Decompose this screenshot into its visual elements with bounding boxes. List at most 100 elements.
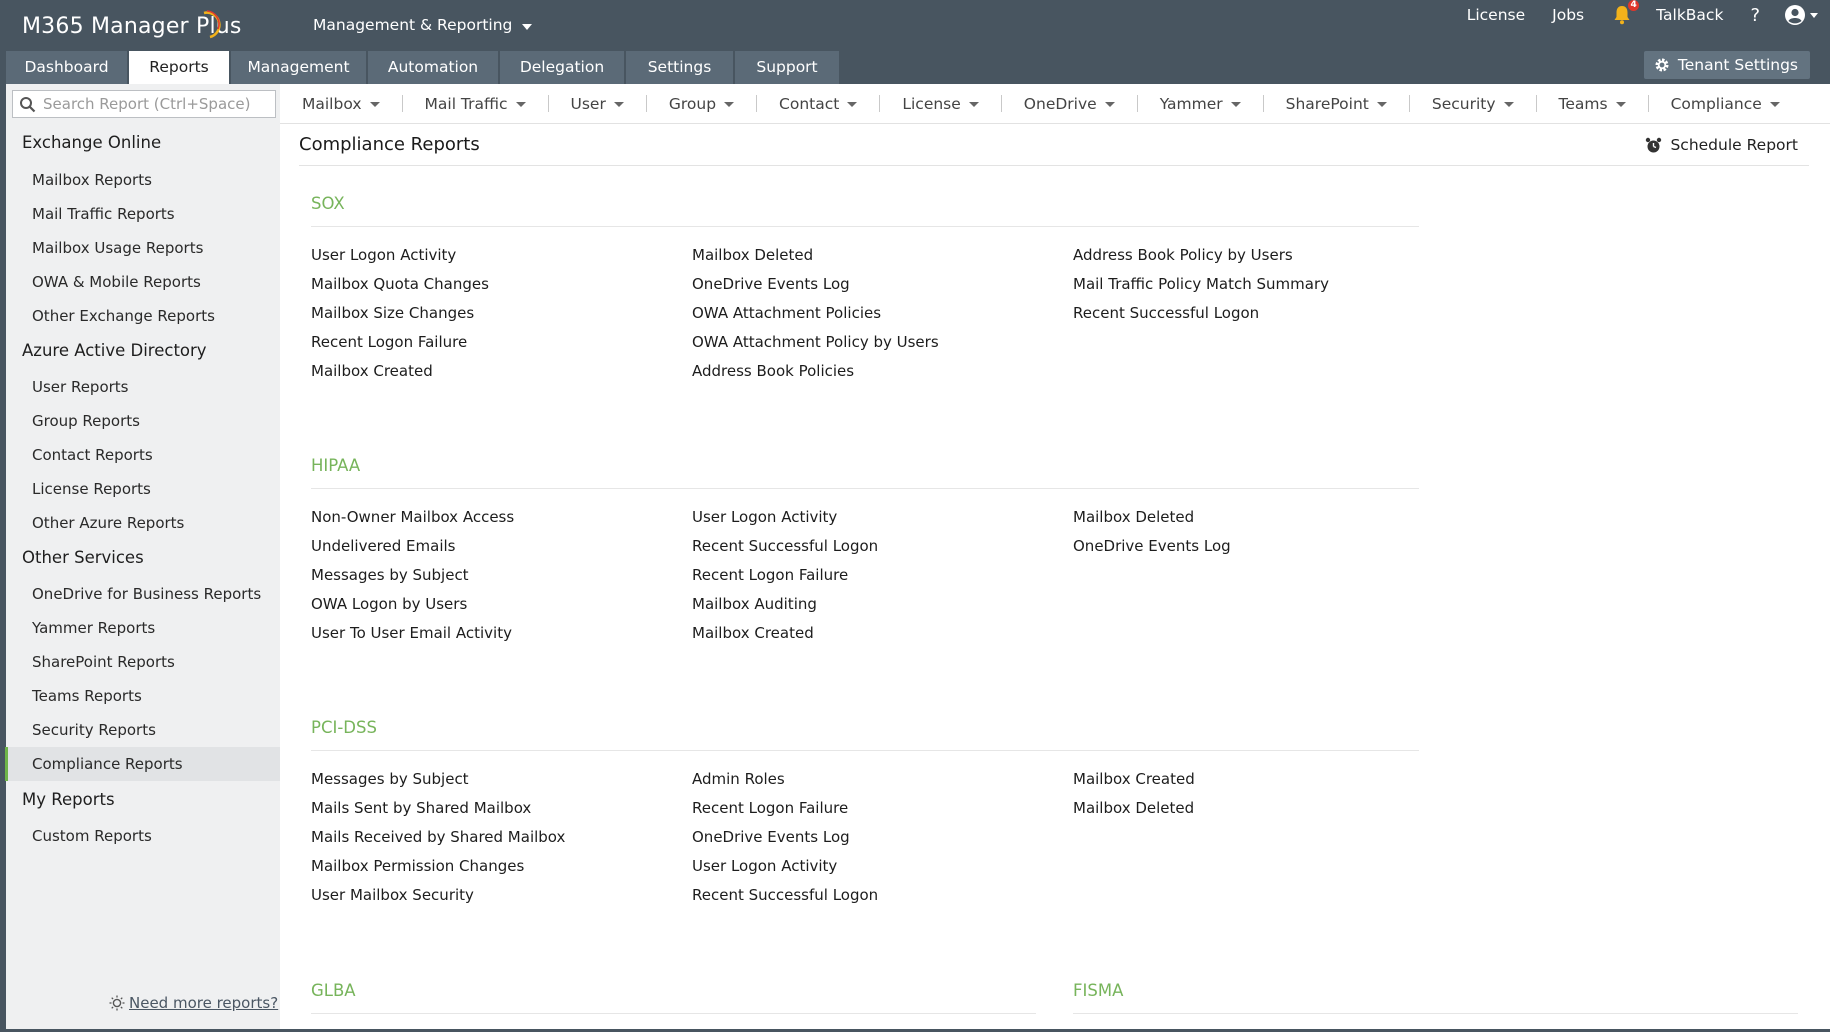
sidebar-item-mail-traffic-reports[interactable]: Mail Traffic Reports [6, 197, 280, 231]
category-contact[interactable]: Contact [757, 95, 879, 113]
sidebar-group-azure-active-directory[interactable]: Azure Active Directory [22, 341, 207, 360]
report-link[interactable]: Mailbox Size Changes [311, 304, 474, 322]
report-link[interactable]: Admin Roles [692, 770, 785, 788]
tenant-settings-button[interactable]: Tenant Settings [1643, 51, 1810, 79]
report-link[interactable]: Mails Received by Shared Mailbox [311, 828, 565, 846]
tab-delegation[interactable]: Delegation [500, 51, 624, 84]
report-link[interactable]: User To User Email Activity [311, 624, 512, 642]
report-link[interactable]: Mails Sent by Shared Mailbox [311, 799, 531, 817]
search-report-input[interactable] [43, 95, 275, 113]
report-link[interactable]: OWA Attachment Policies [692, 304, 881, 322]
report-link[interactable]: User Logon Activity [311, 246, 456, 264]
need-more-reports-link[interactable]: Need more reports? [109, 994, 278, 1012]
report-link[interactable]: User Logon Activity [692, 508, 837, 526]
tab-dashboard[interactable]: Dashboard [6, 51, 127, 84]
report-link[interactable]: Mailbox Created [1073, 770, 1195, 788]
report-link[interactable]: OneDrive Events Log [692, 828, 850, 846]
report-link[interactable]: User Mailbox Security [311, 886, 474, 904]
jobs-link[interactable]: Jobs [1552, 6, 1584, 24]
category-yammer[interactable]: Yammer [1138, 95, 1263, 113]
lightbulb-icon [109, 995, 125, 1011]
sidebar-item-mailbox-usage-reports[interactable]: Mailbox Usage Reports [6, 231, 280, 265]
report-link[interactable]: OneDrive Events Log [692, 275, 850, 293]
sidebar-item-teams-reports[interactable]: Teams Reports [6, 679, 280, 713]
category-license-label: License [902, 94, 961, 113]
sidebar-item-other-azure-reports[interactable]: Other Azure Reports [6, 506, 280, 540]
category-teams-label: Teams [1558, 94, 1608, 113]
tab-management[interactable]: Management [231, 51, 366, 84]
report-link[interactable]: Recent Logon Failure [692, 799, 848, 817]
sidebar-item-security-reports[interactable]: Security Reports [6, 713, 280, 747]
sidebar-item-yammer-reports[interactable]: Yammer Reports [6, 611, 280, 645]
report-category-bar: Mailbox Mail Traffic User Group Contact … [280, 84, 1830, 124]
sidebar-item-other-exchange-reports[interactable]: Other Exchange Reports [6, 299, 280, 333]
need-more-reports-label: Need more reports? [129, 994, 279, 1012]
report-link[interactable]: Recent Logon Failure [692, 566, 848, 584]
module-switcher[interactable]: Management & Reporting [313, 16, 533, 34]
report-link[interactable]: Mailbox Quota Changes [311, 275, 489, 293]
sidebar-item-custom-reports[interactable]: Custom Reports [6, 819, 280, 853]
report-link[interactable]: Mailbox Auditing [692, 595, 817, 613]
category-compliance[interactable]: Compliance [1649, 95, 1802, 113]
report-link[interactable]: OWA Attachment Policy by Users [692, 333, 939, 351]
chevron-down-icon [847, 102, 858, 107]
report-link[interactable]: Mailbox Created [692, 624, 814, 642]
report-link[interactable]: OneDrive Events Log [1073, 537, 1231, 555]
report-link[interactable]: Non-Owner Mailbox Access [311, 508, 514, 526]
report-link[interactable]: Address Book Policy by Users [1073, 246, 1293, 264]
report-link[interactable]: Recent Successful Logon [1073, 304, 1259, 322]
report-link[interactable]: Undelivered Emails [311, 537, 455, 555]
tab-settings[interactable]: Settings [626, 51, 733, 84]
sidebar-item-contact-reports[interactable]: Contact Reports [6, 438, 280, 472]
help-button[interactable]: ? [1750, 5, 1760, 26]
sidebar-item-owa-mobile-reports[interactable]: OWA & Mobile Reports [6, 265, 280, 299]
category-security[interactable]: Security [1410, 95, 1536, 113]
report-link[interactable]: Messages by Subject [311, 566, 469, 584]
sidebar-item-user-reports[interactable]: User Reports [6, 370, 280, 404]
sidebar-item-onedrive-reports[interactable]: OneDrive for Business Reports [6, 577, 280, 611]
category-user[interactable]: User [549, 95, 646, 113]
schedule-report-button[interactable]: Schedule Report [1645, 136, 1798, 154]
report-link[interactable]: Address Book Policies [692, 362, 854, 380]
tab-reports[interactable]: Reports [129, 51, 229, 84]
tab-automation[interactable]: Automation [368, 51, 498, 84]
user-menu-button[interactable] [1784, 4, 1818, 26]
category-sharepoint[interactable]: SharePoint [1264, 95, 1409, 113]
chevron-down-icon [515, 102, 526, 107]
category-contact-label: Contact [779, 94, 840, 113]
sidebar-item-license-reports[interactable]: License Reports [6, 472, 280, 506]
report-link[interactable]: Mailbox Created [311, 362, 433, 380]
tab-support[interactable]: Support [735, 51, 839, 84]
category-license[interactable]: License [880, 95, 1000, 113]
category-group[interactable]: Group [647, 95, 756, 113]
sidebar-item-sharepoint-reports[interactable]: SharePoint Reports [6, 645, 280, 679]
category-teams[interactable]: Teams [1537, 95, 1648, 113]
chevron-down-icon [522, 23, 533, 30]
report-link[interactable]: Mailbox Deleted [1073, 508, 1194, 526]
license-link[interactable]: License [1467, 6, 1525, 24]
report-link[interactable]: Mail Traffic Policy Match Summary [1073, 275, 1329, 293]
search-report-box[interactable] [12, 90, 276, 118]
category-compliance-label: Compliance [1670, 94, 1762, 113]
report-link[interactable]: User Logon Activity [692, 857, 837, 875]
report-link[interactable]: Mailbox Deleted [1073, 799, 1194, 817]
notifications-button[interactable]: 4 [1611, 0, 1640, 26]
category-mailbox[interactable]: Mailbox [280, 95, 402, 113]
sidebar-group-other-services[interactable]: Other Services [22, 548, 144, 567]
chevron-down-icon [1503, 102, 1514, 107]
sidebar-item-group-reports[interactable]: Group Reports [6, 404, 280, 438]
sidebar-item-compliance-reports[interactable]: Compliance Reports [5, 747, 280, 781]
report-link[interactable]: OWA Logon by Users [311, 595, 467, 613]
report-link[interactable]: Mailbox Permission Changes [311, 857, 524, 875]
category-onedrive[interactable]: OneDrive [1002, 95, 1137, 113]
report-link[interactable]: Messages by Subject [311, 770, 469, 788]
sidebar-group-my-reports[interactable]: My Reports [22, 790, 115, 809]
talkback-link[interactable]: TalkBack [1656, 6, 1723, 24]
sidebar-group-exchange-online[interactable]: Exchange Online [22, 133, 161, 152]
report-link[interactable]: Recent Logon Failure [311, 333, 467, 351]
sidebar-item-mailbox-reports[interactable]: Mailbox Reports [6, 163, 280, 197]
report-link[interactable]: Mailbox Deleted [692, 246, 813, 264]
report-link[interactable]: Recent Successful Logon [692, 537, 878, 555]
report-link[interactable]: Recent Successful Logon [692, 886, 878, 904]
category-mail-traffic[interactable]: Mail Traffic [403, 95, 548, 113]
